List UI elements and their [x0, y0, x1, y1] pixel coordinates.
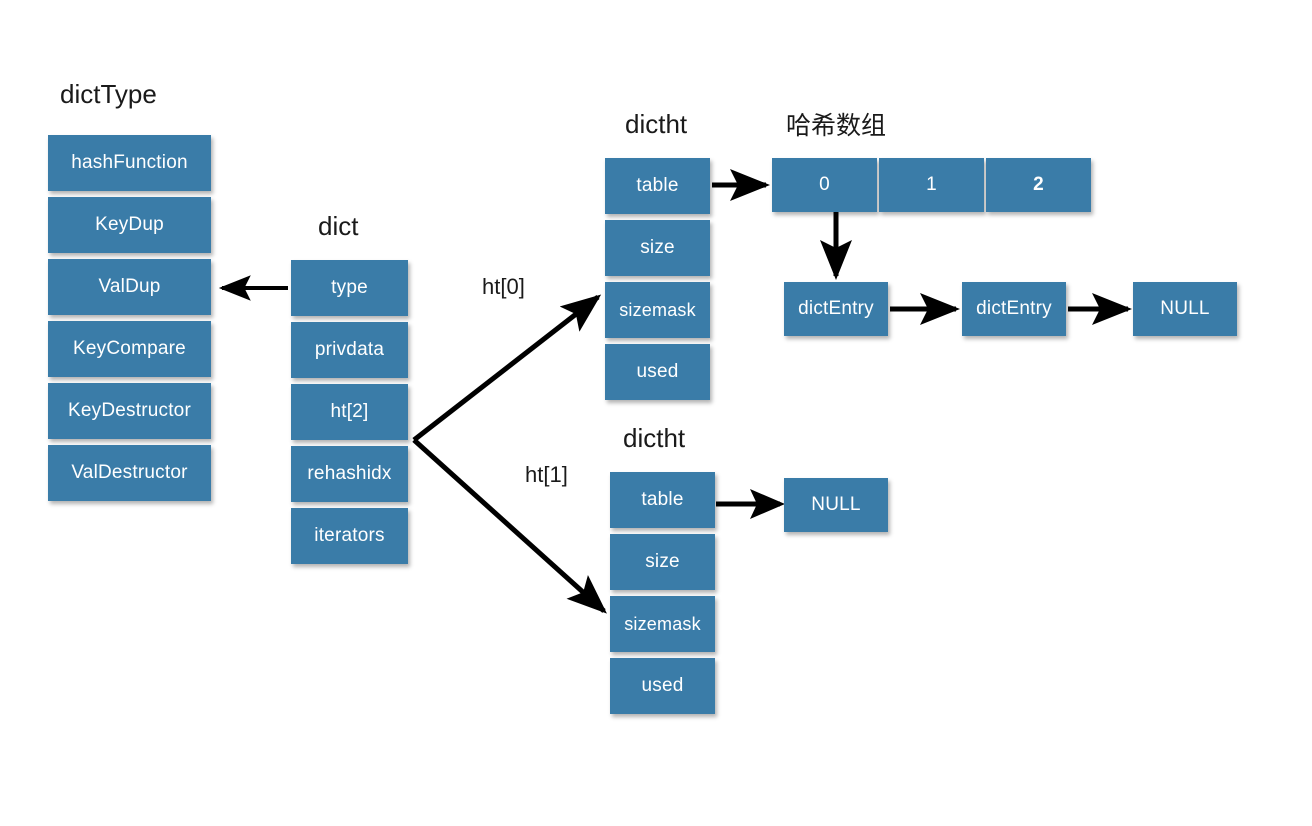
caption-dictht-1: dictht [623, 423, 686, 453]
dictht1-table-null[interactable]: NULL [784, 478, 888, 532]
dictht0-field-table[interactable]: table [605, 158, 710, 214]
edge-label-ht0: ht[0] [482, 274, 525, 299]
dict-field-type[interactable]: type [291, 260, 408, 316]
dictentry-node-2[interactable]: dictEntry [962, 282, 1066, 336]
dicttype-field-valdup[interactable]: ValDup [48, 259, 211, 315]
dicttype-field-valdestructor[interactable]: ValDestructor [48, 445, 211, 501]
dict-field-privdata[interactable]: privdata [291, 322, 408, 378]
dictentry-node-1[interactable]: dictEntry [784, 282, 888, 336]
caption-hash-array: 哈希数组 [786, 111, 887, 140]
diagram-canvas: dictType dict dictht dictht 哈希数组 ht[0] h… [0, 0, 1312, 826]
caption-dictht-0: dictht [625, 109, 688, 139]
dictht1-field-used[interactable]: used [610, 658, 715, 714]
dict-field-iterators[interactable]: iterators [291, 508, 408, 564]
dict-field-rehashidx[interactable]: rehashidx [291, 446, 408, 502]
dicttype-field-keydup[interactable]: KeyDup [48, 197, 211, 253]
arrow-ht1 [412, 438, 607, 614]
dictht1-field-sizemask[interactable]: sizemask [610, 596, 715, 652]
hash-array-slot-1[interactable]: 1 [879, 158, 984, 212]
dicttype-field-hashfunction[interactable]: hashFunction [48, 135, 211, 191]
dictht0-field-size[interactable]: size [605, 220, 710, 276]
caption-dict: dict [318, 211, 359, 241]
dictht1-field-table[interactable]: table [610, 472, 715, 528]
edge-label-ht1: ht[1] [525, 462, 568, 487]
dict-field-ht[interactable]: ht[2] [291, 384, 408, 440]
caption-dicttype: dictType [60, 79, 157, 109]
arrow-ht0 [412, 294, 602, 442]
dicttype-field-keycompare[interactable]: KeyCompare [48, 321, 211, 377]
dicttype-field-keydestructor[interactable]: KeyDestructor [48, 383, 211, 439]
dictht0-field-sizemask[interactable]: sizemask [605, 282, 710, 338]
hash-array-slot-0[interactable]: 0 [772, 158, 877, 212]
hash-array-slot-2[interactable]: 2 [986, 158, 1091, 212]
bucket-chain-null[interactable]: NULL [1133, 282, 1237, 336]
dictht0-field-used[interactable]: used [605, 344, 710, 400]
dictht1-field-size[interactable]: size [610, 534, 715, 590]
